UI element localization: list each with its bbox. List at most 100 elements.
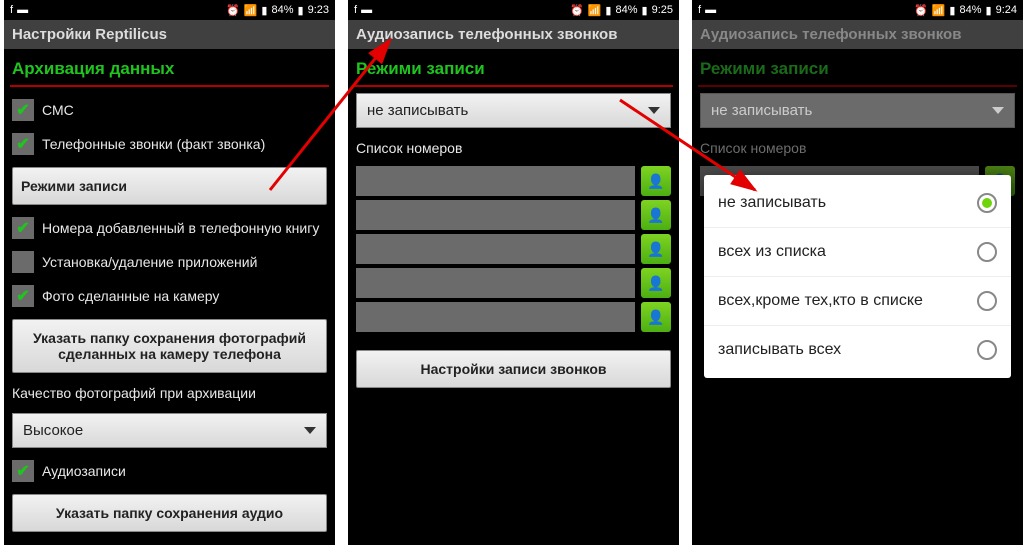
quality-value: Высокое bbox=[23, 422, 83, 439]
row-audio[interactable]: Аудиозаписи bbox=[4, 454, 335, 488]
status-bar: f ▬ ⏰ 📶 ▮ 84% ▮ 9:23 bbox=[4, 0, 335, 20]
phone-screen-2: f ▬ ⏰ 📶 ▮ 84% ▮ 9:25 Аудиозапись телефон… bbox=[348, 0, 679, 545]
app-title: Аудиозапись телефонных звонков bbox=[348, 20, 679, 49]
alarm-icon: ⏰ bbox=[570, 4, 584, 17]
option-label: всех,кроме тех,кто в списке bbox=[718, 292, 923, 310]
photo-folder-button[interactable]: Указать папку сохранения фотографий сдел… bbox=[12, 319, 327, 373]
wifi-icon: 📶 bbox=[932, 4, 946, 17]
clock: 9:24 bbox=[996, 4, 1017, 16]
chevron-down-icon bbox=[648, 107, 660, 114]
clock: 9:23 bbox=[308, 4, 329, 16]
checkbox-photos[interactable] bbox=[12, 285, 34, 307]
rec-modes-button[interactable]: Режими записи bbox=[12, 167, 327, 205]
number-input[interactable] bbox=[356, 200, 635, 230]
facebook-icon: f bbox=[10, 4, 13, 16]
checkbox-contacts[interactable] bbox=[12, 217, 34, 239]
popup-option-1[interactable]: не записывать bbox=[704, 179, 1011, 228]
row-apps[interactable]: Установка/удаление приложений bbox=[4, 245, 335, 279]
clock: 9:25 bbox=[652, 4, 673, 16]
mode-value: не записывать bbox=[367, 102, 468, 119]
row-contacts-added[interactable]: Номера добавленный в телефонную книгу bbox=[4, 211, 335, 245]
number-row-4 bbox=[356, 268, 671, 298]
call-rec-settings-button[interactable]: Настройки записи звонков bbox=[356, 350, 671, 388]
number-row-1 bbox=[356, 166, 671, 196]
radio-icon bbox=[977, 291, 997, 311]
photo-quality-label: Качество фотографий при архивации bbox=[4, 379, 335, 407]
number-row-5 bbox=[356, 302, 671, 332]
contact-button[interactable] bbox=[641, 268, 671, 298]
label-sms: СМС bbox=[42, 102, 74, 118]
section-rec-modes: Режими записи bbox=[348, 49, 679, 85]
facebook-icon: f bbox=[698, 4, 701, 16]
battery-icon: ▮ bbox=[986, 4, 992, 17]
option-label: всех из списка bbox=[718, 243, 826, 261]
status-bar: f ▬ ⏰ 📶 ▮ 84% ▮ 9:24 bbox=[692, 0, 1023, 20]
radio-icon bbox=[977, 193, 997, 213]
number-input[interactable] bbox=[356, 302, 635, 332]
phone-screen-3: f ▬ ⏰ 📶 ▮ 84% ▮ 9:24 Аудиозапись телефон… bbox=[692, 0, 1023, 545]
chevron-down-icon bbox=[304, 427, 316, 434]
checkbox-sms[interactable] bbox=[12, 99, 34, 121]
battery-pct: 84% bbox=[271, 4, 293, 16]
contact-button[interactable] bbox=[641, 166, 671, 196]
wifi-icon: 📶 bbox=[588, 4, 602, 17]
chat-icon: ▬ bbox=[361, 4, 372, 16]
battery-icon: ▮ bbox=[642, 4, 648, 17]
facebook-icon: f bbox=[354, 4, 357, 16]
option-label: не записывать bbox=[718, 194, 826, 212]
audio-folder-button[interactable]: Указать папку сохранения аудио bbox=[12, 494, 327, 532]
contact-button[interactable] bbox=[641, 302, 671, 332]
number-row-2 bbox=[356, 200, 671, 230]
contact-button[interactable] bbox=[641, 200, 671, 230]
numbers-list-label: Список номеров bbox=[348, 134, 679, 162]
radio-icon bbox=[977, 340, 997, 360]
wifi-icon: 📶 bbox=[244, 4, 258, 17]
mode-popup: не записывать всех из списка всех,кроме … bbox=[704, 175, 1011, 378]
checkbox-audio[interactable] bbox=[12, 460, 34, 482]
divider bbox=[10, 85, 329, 87]
checkbox-calls[interactable] bbox=[12, 133, 34, 155]
chat-icon: ▬ bbox=[705, 4, 716, 16]
numbers-list-label: Список номеров bbox=[692, 134, 1023, 162]
popup-option-3[interactable]: всех,кроме тех,кто в списке bbox=[704, 277, 1011, 326]
chevron-down-icon bbox=[992, 107, 1004, 114]
section-rec-modes: Режими записи bbox=[692, 49, 1023, 85]
radio-icon bbox=[977, 242, 997, 262]
divider bbox=[698, 85, 1017, 87]
battery-pct: 84% bbox=[615, 4, 637, 16]
row-photos[interactable]: Фото сделанные на камеру bbox=[4, 279, 335, 313]
alarm-icon: ⏰ bbox=[914, 4, 928, 17]
contact-button[interactable] bbox=[641, 234, 671, 264]
alarm-icon: ⏰ bbox=[226, 4, 240, 17]
row-calls[interactable]: Телефонные звонки (факт звонка) bbox=[4, 127, 335, 161]
battery-icon: ▮ bbox=[298, 4, 304, 17]
label-photos: Фото сделанные на камеру bbox=[42, 288, 219, 304]
signal-icon: ▮ bbox=[261, 4, 267, 17]
row-sms[interactable]: СМС bbox=[4, 93, 335, 127]
phone-screen-1: f ▬ ⏰ 📶 ▮ 84% ▮ 9:23 Настройки Reptilicu… bbox=[4, 0, 335, 545]
signal-icon: ▮ bbox=[949, 4, 955, 17]
popup-option-4[interactable]: записывать всех bbox=[704, 326, 1011, 374]
number-input[interactable] bbox=[356, 166, 635, 196]
popup-option-2[interactable]: всех из списка bbox=[704, 228, 1011, 277]
status-bar: f ▬ ⏰ 📶 ▮ 84% ▮ 9:25 bbox=[348, 0, 679, 20]
app-title: Настройки Reptilicus bbox=[4, 20, 335, 49]
label-calls: Телефонные звонки (факт звонка) bbox=[42, 136, 265, 152]
mode-dropdown: не записывать bbox=[700, 93, 1015, 128]
section-archive: Архивация данных bbox=[4, 49, 335, 85]
checkbox-apps[interactable] bbox=[12, 251, 34, 273]
signal-icon: ▮ bbox=[605, 4, 611, 17]
app-title: Аудиозапись телефонных звонков bbox=[692, 20, 1023, 49]
quality-dropdown[interactable]: Высокое bbox=[12, 413, 327, 448]
mode-dropdown[interactable]: не записывать bbox=[356, 93, 671, 128]
mode-value: не записывать bbox=[711, 102, 812, 119]
option-label: записывать всех bbox=[718, 341, 841, 359]
number-input[interactable] bbox=[356, 268, 635, 298]
divider bbox=[354, 85, 673, 87]
number-row-3 bbox=[356, 234, 671, 264]
label-contacts: Номера добавленный в телефонную книгу bbox=[42, 220, 319, 236]
battery-pct: 84% bbox=[959, 4, 981, 16]
number-input[interactable] bbox=[356, 234, 635, 264]
chat-icon: ▬ bbox=[17, 4, 28, 16]
label-audio: Аудиозаписи bbox=[42, 463, 126, 479]
